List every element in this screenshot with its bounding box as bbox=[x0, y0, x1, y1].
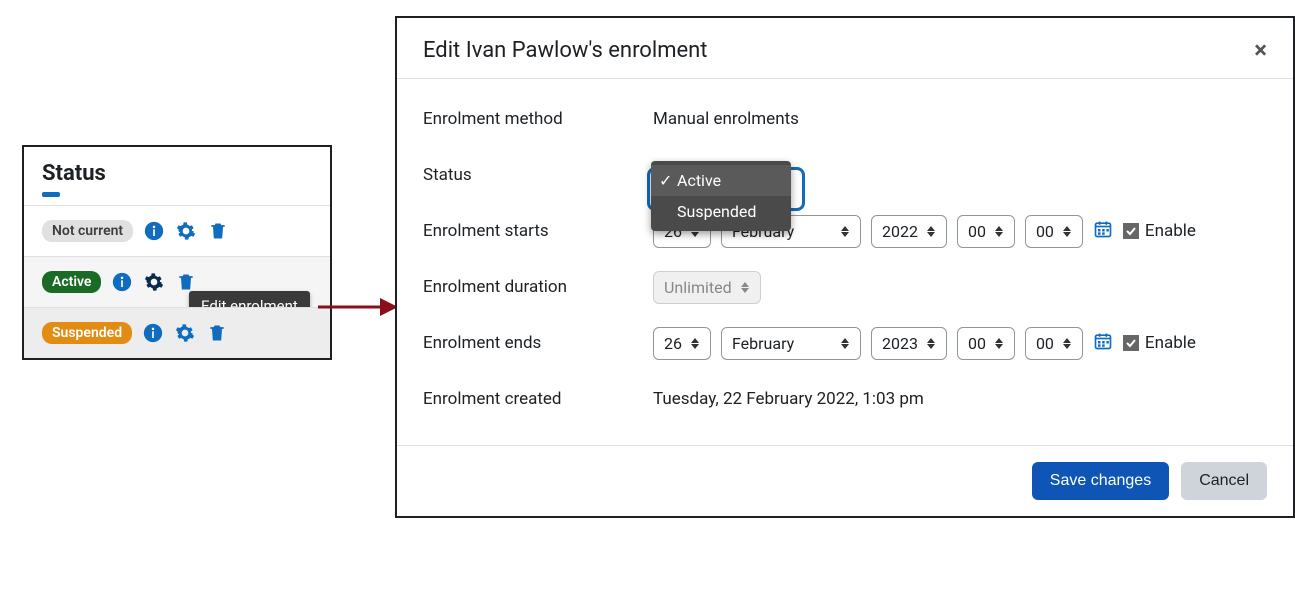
save-changes-button[interactable]: Save changes bbox=[1032, 462, 1169, 500]
label-enrolment-ends: Enrolment ends bbox=[423, 333, 653, 353]
info-icon[interactable] bbox=[143, 220, 165, 242]
calendar-icon[interactable] bbox=[1093, 331, 1113, 356]
calendar-icon[interactable] bbox=[1093, 219, 1113, 244]
ends-minute-select[interactable]: 00 bbox=[1025, 327, 1083, 360]
ends-enable-checkbox[interactable] bbox=[1123, 335, 1139, 351]
label-enrolment-duration: Enrolment duration bbox=[423, 277, 653, 297]
status-row-suspended: Suspended bbox=[24, 307, 330, 358]
trash-icon[interactable] bbox=[206, 322, 228, 344]
starts-minute-select[interactable]: 00 bbox=[1025, 215, 1083, 248]
label-status: Status bbox=[423, 165, 653, 185]
status-option-suspended[interactable]: Suspended bbox=[651, 196, 791, 227]
status-badge: Not current bbox=[42, 220, 133, 242]
label-enrolment-starts: Enrolment starts bbox=[423, 221, 653, 241]
gear-icon[interactable] bbox=[143, 271, 165, 293]
starts-enable-label: Enable bbox=[1145, 221, 1196, 241]
status-badge: Active bbox=[42, 271, 101, 293]
gear-icon[interactable] bbox=[175, 220, 197, 242]
value-enrolment-method: Manual enrolments bbox=[653, 109, 1267, 129]
ends-year-select[interactable]: 2023 bbox=[871, 327, 947, 360]
status-dropdown[interactable]: Active Suspended bbox=[651, 161, 791, 231]
info-icon[interactable] bbox=[142, 322, 164, 344]
label-enrolment-created: Enrolment created bbox=[423, 389, 653, 409]
status-badge: Suspended bbox=[42, 322, 132, 344]
ends-enable-label: Enable bbox=[1145, 333, 1196, 353]
cancel-button[interactable]: Cancel bbox=[1181, 462, 1267, 500]
ends-month-select[interactable]: February bbox=[721, 327, 861, 360]
gear-icon[interactable] bbox=[174, 322, 196, 344]
starts-enable-checkbox[interactable] bbox=[1123, 223, 1139, 239]
label-enrolment-method: Enrolment method bbox=[423, 109, 653, 129]
ends-hour-select[interactable]: 00 bbox=[957, 327, 1015, 360]
status-option-active[interactable]: Active bbox=[651, 165, 791, 196]
duration-select[interactable]: Unlimited bbox=[653, 271, 761, 304]
status-panel-title: Status bbox=[42, 161, 312, 186]
dialog-title: Edit Ivan Pawlow's enrolment bbox=[423, 38, 708, 63]
close-icon[interactable]: × bbox=[1254, 36, 1267, 64]
status-panel: Status Not current Active bbox=[22, 145, 332, 360]
ends-day-select[interactable]: 26 bbox=[653, 327, 711, 360]
status-row-not-current: Not current bbox=[24, 205, 330, 256]
starts-year-select[interactable]: 2022 bbox=[871, 215, 947, 248]
arrow-icon bbox=[318, 292, 398, 322]
status-row-active: Active Edit enrolment bbox=[24, 256, 330, 307]
trash-icon[interactable] bbox=[175, 271, 197, 293]
starts-hour-select[interactable]: 00 bbox=[957, 215, 1015, 248]
edit-enrolment-dialog: Edit Ivan Pawlow's enrolment × Enrolment… bbox=[395, 16, 1295, 518]
collapse-indicator[interactable] bbox=[42, 192, 60, 197]
trash-icon[interactable] bbox=[207, 220, 229, 242]
value-enrolment-created: Tuesday, 22 February 2022, 1:03 pm bbox=[653, 389, 1267, 409]
info-icon[interactable] bbox=[111, 271, 133, 293]
